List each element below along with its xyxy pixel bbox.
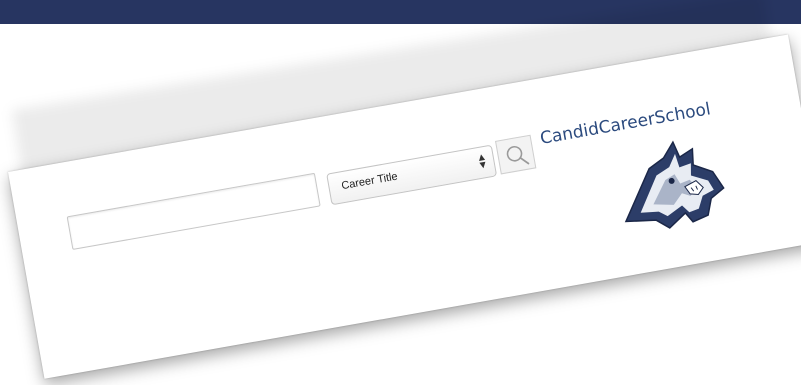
wildcat-mascot-icon bbox=[624, 140, 725, 229]
search-button[interactable] bbox=[495, 134, 537, 175]
career-type-select[interactable]: Career Title ▲ ▼ bbox=[326, 144, 498, 206]
select-selected-value: Career Title bbox=[340, 170, 399, 193]
select-arrows-icon: ▲ ▼ bbox=[477, 152, 487, 170]
search-input[interactable] bbox=[66, 172, 321, 250]
search-icon bbox=[506, 145, 530, 165]
